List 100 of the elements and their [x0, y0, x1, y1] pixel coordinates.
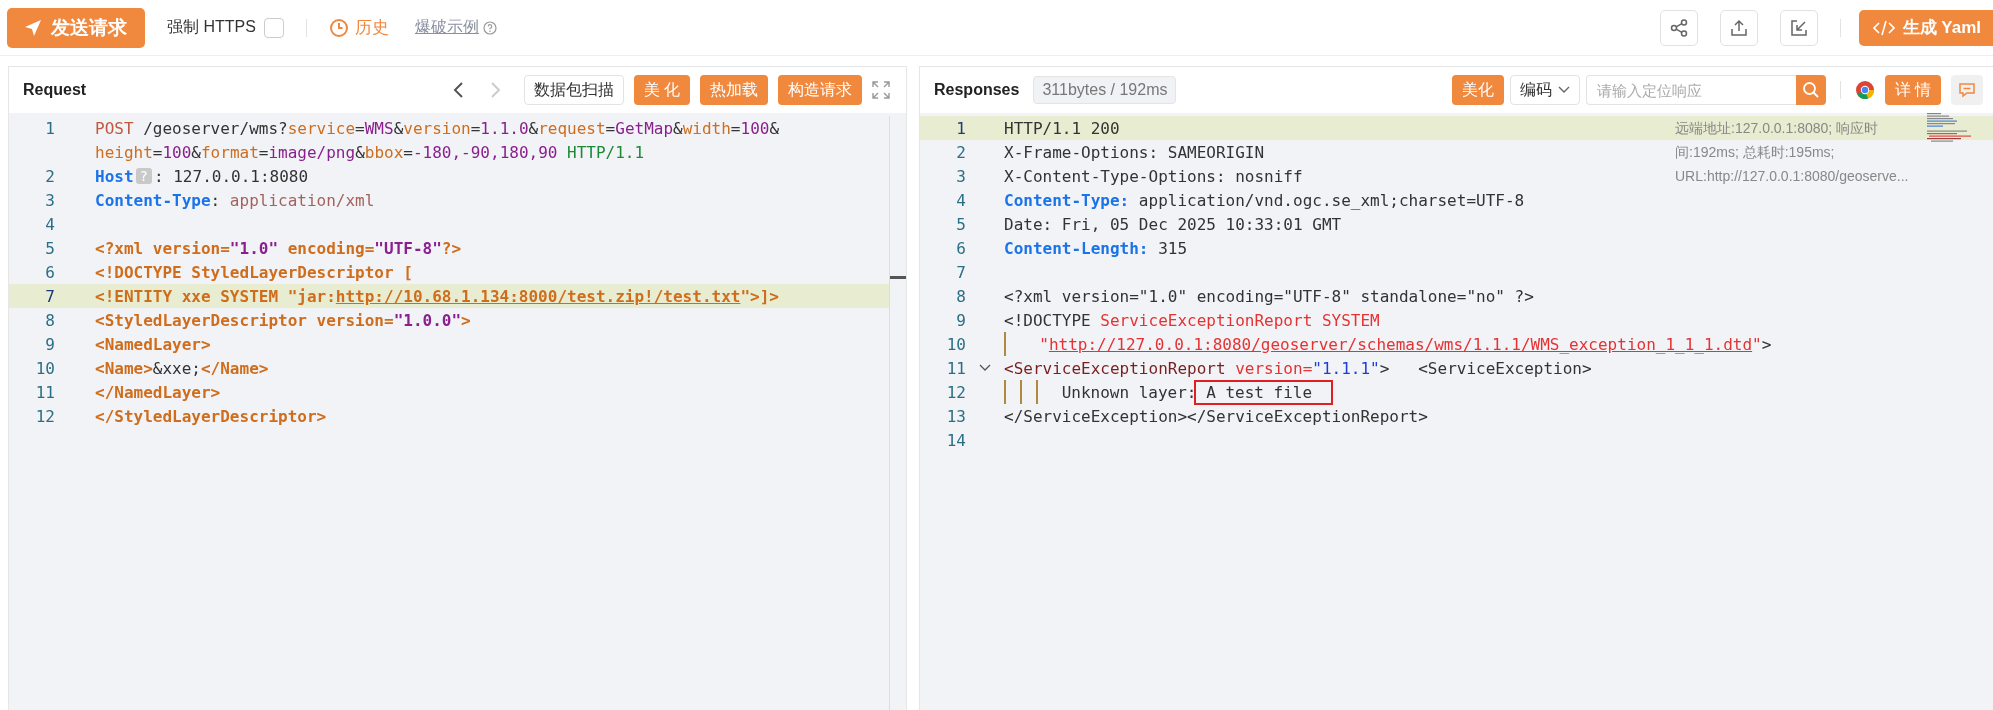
line-number: 5	[45, 238, 55, 258]
code-link[interactable]: http://10.68.1.134:8000/test.zip!/test.txt	[335, 286, 741, 306]
code-token: "	[1038, 334, 1049, 354]
clock-icon	[328, 17, 349, 38]
code-token: =	[605, 118, 616, 138]
code-icon	[1872, 18, 1895, 37]
code-link[interactable]: http://127.0.0.1:8080/geoserver/schemas/wms/1.1.1/WMS_exception_1_1_1.dtd	[1048, 334, 1753, 354]
hint-badge[interactable]: ?	[135, 168, 152, 184]
https-label: 强制 HTTPS	[167, 17, 256, 37]
code-token: </ServiceException></ServiceExceptionReport>	[1004, 406, 1428, 426]
code-token: &	[355, 142, 365, 162]
line-number: 3	[956, 166, 966, 186]
code-token: =	[152, 142, 163, 162]
line-number: 6	[45, 262, 55, 282]
code-token: /geoserver/wms?	[142, 118, 288, 138]
upload-icon	[1728, 17, 1749, 38]
back-chevron-icon[interactable]	[451, 80, 466, 100]
example-link[interactable]: 爆破示例	[414, 17, 479, 38]
code-token: <!DOCTYPE StyledLayerDescriptor [	[95, 262, 413, 282]
paper-plane-icon	[23, 17, 43, 38]
code-token: <NamedLayer>	[95, 334, 211, 354]
code-token: application/xml	[229, 190, 375, 210]
generate-yaml-button[interactable]: 生成 Yaml	[1858, 9, 1993, 46]
code-token: request	[538, 118, 606, 138]
caret-icon	[1557, 86, 1570, 94]
beautify-button[interactable]: 美化	[1451, 75, 1504, 105]
code-token: X-Frame-Options: SAMEORIGIN	[1004, 142, 1265, 162]
code-token: : 127.0.0.1:8080	[153, 166, 309, 186]
code-token: width	[682, 118, 731, 138]
code-token: <ServiceExceptionReport	[1004, 358, 1226, 378]
line-number: 8	[956, 286, 966, 306]
code-token: GetMap	[615, 118, 674, 138]
panel-title: Responses	[934, 81, 1020, 99]
code-token: image/png	[268, 142, 356, 162]
search-button[interactable]	[1795, 75, 1826, 105]
toolbar-button[interactable]: 美 化	[633, 75, 690, 105]
code-token: "1.0"	[229, 238, 279, 258]
fullscreen-icon[interactable]	[872, 81, 890, 99]
code-token: HTTP/1.1	[566, 142, 645, 162]
search-field[interactable]: 请输入定位响应	[1585, 75, 1796, 105]
code-token: <Name>	[95, 358, 153, 378]
code-token: WMS	[364, 118, 394, 138]
size-time-badge: 311bytes / 192ms	[1033, 76, 1177, 104]
code-token: version=	[1234, 358, 1313, 378]
code-token: <?xml version="1.0" encoding="UTF-8" standalone="no" ?>	[1004, 286, 1534, 306]
code-token: <?xml version=	[95, 238, 230, 258]
code-token: Content-Type:	[1004, 190, 1130, 210]
import-button[interactable]	[1779, 9, 1818, 46]
code-token: application/vnd.ogc.se_xml;charset=UTF-8	[1137, 190, 1525, 210]
line-number: 12	[946, 382, 966, 402]
send-request-button[interactable]: 发送请求	[7, 7, 145, 48]
history-link[interactable]: 历史	[354, 16, 389, 39]
code-token: &	[528, 118, 539, 138]
comment-icon	[1958, 81, 1976, 99]
line-number: 7	[956, 262, 966, 282]
line-number: 13	[946, 406, 966, 426]
code-token: "	[1752, 334, 1762, 354]
details-button[interactable]: 详 情	[1884, 75, 1941, 105]
code-token: &xxe;	[152, 358, 201, 378]
code-token: encoding=	[286, 238, 375, 258]
code-token: ">]>	[740, 286, 779, 306]
code-token: =	[258, 142, 269, 162]
code-token: &	[673, 118, 683, 138]
code-token: "1.0.0"	[393, 310, 462, 330]
browser-icon[interactable]	[1854, 80, 1875, 100]
minimap-drawing	[1927, 113, 1971, 143]
encoding-dropdown[interactable]: 编码	[1509, 75, 1580, 105]
line-number: 9	[45, 334, 55, 354]
line-number: 14	[946, 430, 966, 450]
code-token: </Name>	[200, 358, 269, 378]
code-token: HTTP/1.1 200	[1004, 118, 1120, 138]
toolbar-button[interactable]: 热加载	[700, 75, 768, 105]
share-button[interactable]	[1659, 9, 1698, 46]
fold-caret-icon[interactable]	[979, 364, 991, 372]
code-token: "UTF-8"	[374, 238, 442, 258]
code-token: Content-Length:	[1004, 238, 1149, 258]
help-icon	[482, 20, 497, 35]
code-token: <!DOCTYPE	[1004, 310, 1091, 330]
line-number: 7	[45, 286, 55, 306]
line-number: 11	[35, 382, 55, 402]
comment-button[interactable]	[1951, 75, 1983, 105]
line-number: 11	[946, 358, 966, 378]
code-token: <!ENTITY xxe SYSTEM "jar:	[95, 286, 336, 306]
search-icon	[1801, 81, 1820, 99]
export-button[interactable]	[1719, 9, 1758, 46]
https-checkbox[interactable]	[263, 17, 284, 38]
code-token: 1.1.0	[480, 118, 529, 138]
line-number: 8	[45, 310, 55, 330]
code-token: =	[470, 118, 481, 138]
packet-scan-button[interactable]: 数据包扫描	[523, 75, 624, 105]
code-token: ServiceExceptionReport SYSTEM	[1099, 310, 1380, 330]
highlighted-text: A test file	[1196, 382, 1331, 402]
code-token: &	[769, 118, 780, 138]
code-token: <StyledLayerDescriptor version=	[95, 310, 394, 330]
line-number: 4	[45, 214, 55, 234]
line-number: 3	[45, 190, 55, 210]
panel-title: Request	[23, 81, 87, 99]
code-token: bbox	[364, 142, 404, 162]
line-number: 1	[45, 118, 55, 138]
toolbar-button[interactable]: 构造请求	[778, 75, 862, 105]
